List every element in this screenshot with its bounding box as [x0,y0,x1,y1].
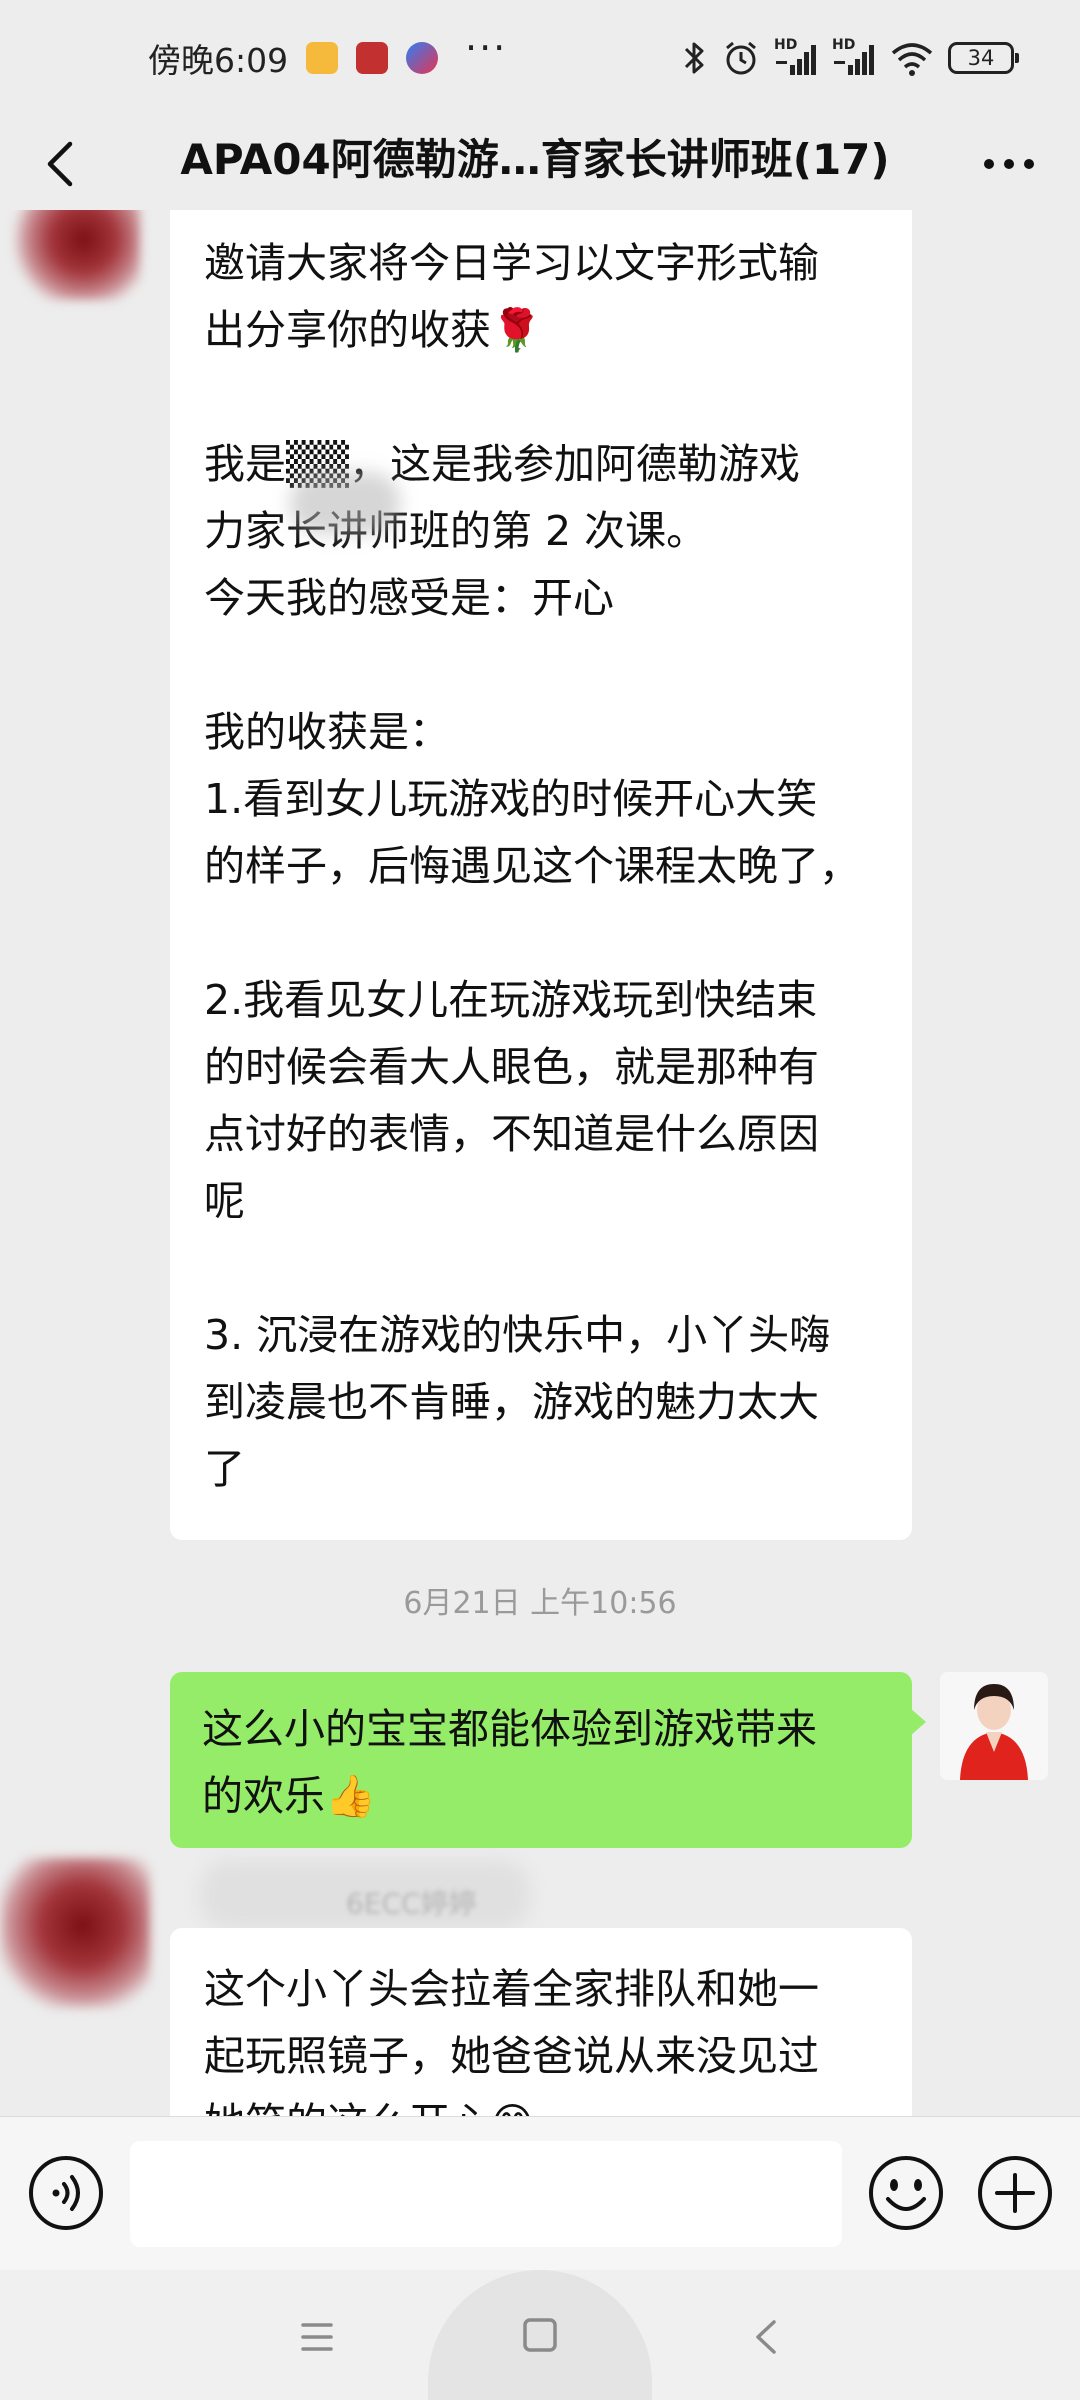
home-button-area[interactable] [428,2270,652,2400]
name-blur [200,1860,530,1930]
alarm-icon [726,41,756,75]
own-avatar[interactable] [940,1672,1048,1780]
message-input-field[interactable] [130,2141,842,2247]
system-navigation-bar [0,2270,1080,2400]
recent-apps-icon[interactable] [272,2292,362,2382]
message-text: 这么小的宝宝都能体验到游戏带来 的欢乐👍 [202,1705,817,1820]
notification-app-icon [356,42,388,74]
message-text: 这个小丫头会拉着全家排队和她一 起玩照镜子，她爸爸说从来没见过 她笑的这么开心😊 [204,1965,819,2116]
signal-1-icon: HD [774,37,818,77]
signal-2-icon: HD [832,37,876,77]
chat-header: APA04阿德勒游…育家长讲师班(17) [0,118,1080,210]
emoji-icon[interactable] [866,2153,946,2233]
add-attachment-icon[interactable] [975,2153,1055,2233]
voice-input-icon[interactable] [26,2153,106,2233]
system-back-icon[interactable] [722,2292,812,2382]
status-bar: 傍晚6:09 ··· HD HD 34 [0,0,1080,118]
profile-photo [940,1672,1048,1780]
message-timestamp: 6月21日 上午10:56 [403,1586,677,1621]
notes-app-icon [306,42,338,74]
status-indicators: HD HD 34 [682,37,1019,78]
home-icon[interactable] [428,2270,652,2400]
more-notifications-icon: ··· [465,26,508,70]
wifi-icon [891,43,933,76]
sender-avatar[interactable] [14,210,140,300]
message-list[interactable]: 邀请大家将今日学习以文字形式输 出分享你的收获🌹 我是▒▒，这是我参加阿德勒游戏… [0,210,1080,2116]
back-arrow-icon[interactable] [30,132,90,196]
battery-indicator: 34 [948,42,1019,74]
message-bubble-received[interactable]: 这个小丫头会拉着全家排队和她一 起玩照镜子，她爸爸说从来没见过 她笑的这么开心😊 [170,1928,912,2116]
more-options-icon[interactable] [974,132,1044,196]
chat-title: APA04阿德勒游…育家长讲师班(17) [180,135,890,184]
status-time: 傍晚6:09 [148,41,289,80]
message-bubble-sent[interactable]: 这么小的宝宝都能体验到游戏带来 的欢乐👍 [170,1672,926,1848]
message-text: 邀请大家将今日学习以文字形式输 出分享你的收获🌹 我是▒▒，这是我参加阿德勒游戏… [204,239,860,1493]
message-bubble-received[interactable]: 邀请大家将今日学习以文字形式输 出分享你的收获🌹 我是▒▒，这是我参加阿德勒游戏… [170,210,912,1540]
wechat-group-chat-screen: 傍晚6:09 ··· HD HD 34 APA04阿德勒游…育家长讲师班(17)… [0,0,1080,2400]
redacted-name-blur [290,472,400,534]
message-input-bar [0,2116,1080,2271]
bluetooth-icon [684,42,704,74]
sender-avatar[interactable] [0,1858,150,2008]
tv-app-icon [406,42,438,74]
